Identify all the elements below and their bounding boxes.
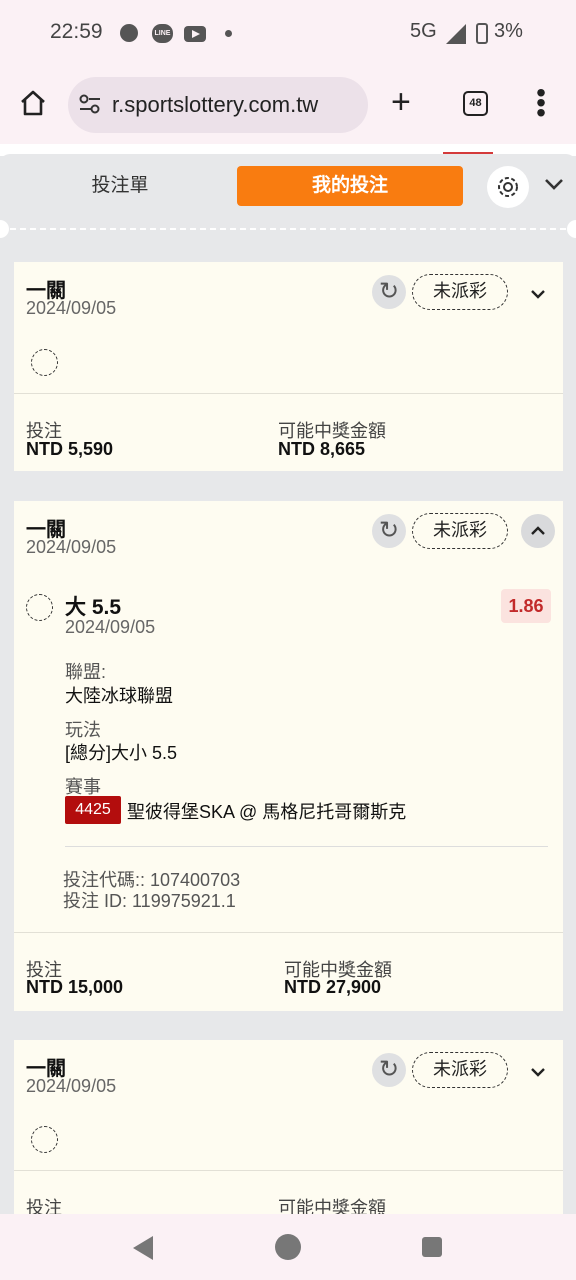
chevron-down-icon[interactable] bbox=[543, 174, 565, 197]
line-app-icon: LINE bbox=[152, 24, 173, 43]
youtube-icon bbox=[184, 26, 206, 42]
home-icon[interactable] bbox=[18, 88, 48, 126]
payout-label: 可能中獎金額 bbox=[278, 1198, 386, 1214]
url-text: r.sportslottery.com.tw bbox=[112, 92, 319, 117]
status-bar: 22:59 LINE 5G 3% bbox=[0, 0, 576, 66]
signal-icon bbox=[446, 24, 466, 44]
league-label: 聯盟: bbox=[65, 662, 107, 682]
bet-card: 一關 2024/09/05 ↻ 未派彩 投注 NTD 5,590 可能中獎金額 … bbox=[14, 262, 563, 471]
selection-radio[interactable] bbox=[31, 1126, 58, 1153]
tune-icon[interactable] bbox=[78, 93, 102, 121]
stake-value: NTD 5,590 bbox=[26, 439, 114, 459]
tabs-icon[interactable]: 48 bbox=[463, 91, 488, 116]
status-time: 22:59 bbox=[50, 20, 103, 43]
card-divider bbox=[14, 393, 563, 394]
tab-my-bets[interactable]: 我的投注 bbox=[237, 166, 463, 206]
bet-id: 投注 ID: 119975921.1 bbox=[63, 891, 236, 911]
refresh-icon[interactable]: ↻ bbox=[372, 275, 406, 309]
recents-icon[interactable] bbox=[422, 1237, 442, 1257]
battery-icon bbox=[476, 23, 488, 44]
event-code-badge: 4425 bbox=[65, 796, 121, 824]
more-vert-icon[interactable]: • • • bbox=[533, 79, 549, 127]
status-badge: 未派彩 bbox=[412, 1052, 508, 1088]
chevron-up-icon[interactable] bbox=[521, 514, 555, 548]
selection-date: 2024/09/05 bbox=[65, 617, 156, 637]
status-badge: 未派彩 bbox=[412, 274, 508, 310]
bet-date: 2024/09/05 bbox=[26, 298, 117, 318]
gear-icon[interactable] bbox=[487, 166, 529, 208]
home-circle-icon[interactable] bbox=[275, 1234, 301, 1260]
stake-value: NTD 15,000 bbox=[26, 977, 124, 997]
selection-divider bbox=[65, 846, 548, 847]
system-nav-bar bbox=[0, 1214, 576, 1280]
network-type: 5G bbox=[410, 20, 437, 42]
odds-badge: 1.86 bbox=[501, 589, 551, 623]
ticket-notch-right bbox=[567, 220, 576, 238]
bet-card-expanded: 一關 2024/09/05 ↻ 未派彩 大 5.5 2024/09/05 1.8… bbox=[14, 501, 563, 1011]
status-badge: 未派彩 bbox=[412, 513, 508, 549]
bet-date: 2024/09/05 bbox=[26, 1076, 117, 1096]
notification-dot-icon bbox=[120, 24, 138, 42]
card-divider bbox=[14, 1170, 563, 1171]
browser-toolbar: r.sportslottery.com.tw + 48 • • • bbox=[0, 66, 576, 144]
card-divider bbox=[14, 932, 563, 933]
stake-label: 投注 bbox=[26, 1198, 62, 1214]
more-notifications-icon bbox=[225, 30, 232, 37]
betslip-header: 投注單 我的投注 bbox=[0, 154, 576, 238]
selection-radio[interactable] bbox=[31, 349, 58, 376]
refresh-icon[interactable]: ↻ bbox=[372, 1053, 406, 1087]
bet-date: 2024/09/05 bbox=[26, 537, 117, 557]
bet-card: 一關 2024/09/05 ↻ 未派彩 投注 可能中獎金額 bbox=[14, 1040, 563, 1214]
address-bar[interactable]: r.sportslottery.com.tw bbox=[68, 77, 368, 133]
payout-value: NTD 8,665 bbox=[278, 439, 366, 459]
refresh-icon[interactable]: ↻ bbox=[372, 514, 406, 548]
league-value: 大陸冰球聯盟 bbox=[65, 686, 173, 706]
battery-percent: 3% bbox=[494, 20, 523, 42]
ticket-notch-left bbox=[0, 220, 9, 238]
chevron-down-icon[interactable] bbox=[521, 278, 555, 312]
back-icon[interactable] bbox=[133, 1236, 153, 1260]
market-value: [總分]大小 5.5 bbox=[65, 743, 178, 763]
selection-radio[interactable] bbox=[26, 594, 53, 621]
tab-betslip[interactable]: 投注單 bbox=[40, 166, 200, 206]
event-name: 聖彼得堡SKA @ 馬格尼托哥爾斯克 bbox=[127, 802, 407, 822]
chevron-down-icon[interactable] bbox=[521, 1056, 555, 1090]
new-tab-plus-icon[interactable]: + bbox=[391, 82, 411, 122]
payout-value: NTD 27,900 bbox=[284, 977, 382, 997]
ticket-divider bbox=[10, 228, 566, 230]
